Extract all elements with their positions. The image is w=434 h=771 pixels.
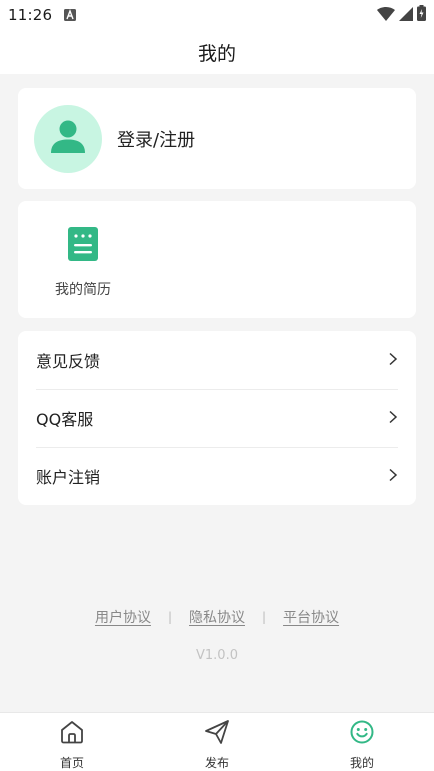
- menu-item-account-deletion[interactable]: 账户注销: [36, 447, 398, 505]
- chevron-right-icon: [388, 351, 398, 370]
- link-separator: |: [262, 610, 267, 624]
- tab-label: 我的: [349, 756, 374, 770]
- platform-agreement-link[interactable]: 平台协议: [283, 607, 339, 627]
- battery-icon: [417, 5, 426, 25]
- resume-icon: [68, 227, 98, 265]
- status-right: [377, 5, 426, 25]
- menu-item-feedback[interactable]: 意见反馈: [36, 331, 398, 390]
- wifi-icon: [377, 6, 395, 25]
- menu-card: 意见反馈 QQ客服 账户注销: [18, 331, 416, 505]
- tab-publish[interactable]: 发布: [177, 719, 257, 771]
- status-time: 11:26: [8, 6, 53, 24]
- privacy-agreement-link[interactable]: 隐私协议: [189, 607, 245, 627]
- chevron-right-icon: [388, 409, 398, 428]
- tab-label: 发布: [204, 756, 229, 770]
- login-card[interactable]: 登录/注册: [18, 88, 416, 189]
- title-bar: 我的: [0, 30, 434, 74]
- smile-icon: [349, 719, 375, 749]
- signal-icon: [399, 6, 413, 25]
- menu-item-label: 意见反馈: [36, 352, 101, 371]
- menu-item-label: 账户注销: [36, 468, 101, 487]
- chevron-right-icon: [388, 467, 398, 486]
- menu-item-qq-service[interactable]: QQ客服: [36, 389, 398, 448]
- status-left: 11:26: [8, 6, 77, 25]
- user-agreement-link[interactable]: 用户协议: [95, 607, 151, 627]
- avatar[interactable]: [34, 104, 102, 173]
- send-icon: [204, 719, 230, 749]
- home-icon: [59, 719, 85, 749]
- quick-entries-card: 我的简历: [18, 201, 416, 318]
- app-version: V1.0.0: [196, 648, 238, 663]
- my-resume-label: 我的简历: [55, 282, 111, 298]
- page-title: 我的: [197, 42, 236, 65]
- tab-label: 首页: [59, 756, 84, 770]
- notification-a-icon: [64, 6, 77, 25]
- status-bar: 11:26: [0, 0, 434, 30]
- link-separator: |: [167, 610, 172, 624]
- tab-mine[interactable]: 我的: [322, 719, 402, 771]
- menu-item-label: QQ客服: [36, 410, 94, 429]
- user-icon: [48, 117, 88, 161]
- my-resume-entry[interactable]: 我的简历: [46, 227, 120, 299]
- tab-home[interactable]: 首页: [32, 719, 112, 771]
- bottom-tab-bar: 首页 发布 我的: [0, 712, 434, 771]
- login-register-link[interactable]: 登录/注册: [117, 126, 195, 152]
- agreement-links: 用户协议 | 隐私协议 | 平台协议: [0, 607, 434, 627]
